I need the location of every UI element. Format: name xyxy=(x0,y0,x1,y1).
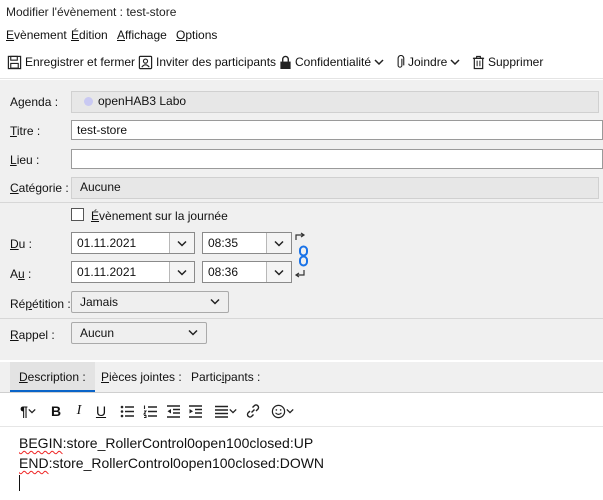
form-separator xyxy=(0,318,603,319)
outdent-icon xyxy=(166,404,180,418)
tab-description[interactable]: Description : xyxy=(10,362,95,392)
save-close-button[interactable]: Enregistrer et fermer xyxy=(7,50,135,74)
chevron-down-icon xyxy=(188,329,198,336)
location-input[interactable] xyxy=(71,149,603,169)
from-time-dropdown[interactable] xyxy=(266,233,291,253)
chevron-down-icon xyxy=(228,408,237,414)
invite-participants-button[interactable]: Inviter des participants xyxy=(138,50,276,74)
privacy-button[interactable]: Confidentialité xyxy=(279,50,384,74)
insert-link-button[interactable] xyxy=(243,402,263,420)
emoji-button[interactable] xyxy=(268,402,296,420)
reminder-label: Rappel : xyxy=(10,328,55,342)
title-input[interactable]: test-store xyxy=(71,120,603,140)
chevron-down-icon xyxy=(210,298,220,305)
chevron-down-icon xyxy=(450,59,460,66)
attach-button[interactable]: Joindre xyxy=(395,50,460,74)
chevron-down-icon xyxy=(177,269,187,276)
editor-line-1: BEGIN:store_RollerControl0open100closed:… xyxy=(19,435,314,451)
chevron-down-icon xyxy=(177,240,187,247)
to-time-dropdown[interactable] xyxy=(266,262,291,282)
save-icon xyxy=(7,55,22,69)
numbered-list-icon xyxy=(142,405,157,418)
title-label: Titre : xyxy=(10,124,41,138)
numbered-list-button[interactable] xyxy=(141,402,159,420)
italic-icon: I xyxy=(76,403,82,418)
menu-affichage[interactable]: Affichage xyxy=(117,28,167,42)
tab-participants[interactable]: Participants : xyxy=(182,362,269,392)
from-time-picker[interactable]: 08:35 xyxy=(202,232,292,254)
location-label: Lieu : xyxy=(10,153,40,167)
editor-toolbar xyxy=(0,396,603,427)
from-label: Du : xyxy=(10,237,33,251)
to-label: Au : xyxy=(10,267,32,281)
agenda-select[interactable]: openHAB3 Labo xyxy=(71,91,599,113)
tab-attachments[interactable]: Pièces jointes : xyxy=(92,362,191,392)
from-date-picker[interactable]: 01.11.2021 xyxy=(71,232,195,254)
allday-checkbox[interactable] xyxy=(71,208,84,221)
underline-button[interactable]: U xyxy=(93,402,109,420)
chevron-down-icon xyxy=(28,408,36,414)
indent-button[interactable] xyxy=(186,402,204,420)
paperclip-icon xyxy=(397,54,405,68)
chevron-down-icon xyxy=(274,269,284,276)
menu-evenement[interactable]: Evènement xyxy=(6,28,67,42)
text-cursor xyxy=(19,475,20,491)
chevron-down-icon xyxy=(285,408,294,414)
italic-button[interactable]: I xyxy=(71,402,87,420)
smiley-icon xyxy=(271,404,285,418)
chain-link-icon[interactable] xyxy=(297,245,311,267)
outdent-button[interactable] xyxy=(164,402,182,420)
link-bracket-top-icon xyxy=(295,232,306,240)
bullet-list-button[interactable] xyxy=(118,402,136,420)
to-date-picker[interactable]: 01.11.2021 xyxy=(71,261,195,283)
align-left-icon xyxy=(214,405,228,418)
reminder-select[interactable]: Aucun xyxy=(71,322,207,344)
address-book-icon xyxy=(138,55,153,69)
menu-options[interactable]: Options xyxy=(176,28,217,42)
link-bracket-bottom-icon xyxy=(294,270,305,278)
allday-label: Évènement sur la journée xyxy=(91,209,228,223)
pilcrow-icon: ¶ xyxy=(20,403,28,419)
lock-icon xyxy=(280,55,291,69)
category-label: Catégorie : xyxy=(10,181,69,195)
trash-icon xyxy=(472,55,485,69)
indent-icon xyxy=(188,404,202,418)
agenda-label: Agenda : xyxy=(10,95,59,109)
category-select[interactable]: Aucune xyxy=(71,177,599,199)
form-separator xyxy=(0,202,603,203)
underline-icon: U xyxy=(95,403,107,419)
chevron-down-icon xyxy=(374,59,384,66)
to-date-dropdown[interactable] xyxy=(169,262,194,282)
bullet-list-icon xyxy=(120,405,134,417)
paragraph-format-button[interactable]: ¶ xyxy=(14,402,42,420)
agenda-color-dot xyxy=(84,97,93,106)
chevron-down-icon xyxy=(274,240,284,247)
bold-button[interactable]: B xyxy=(48,402,64,420)
to-time-picker[interactable]: 08:36 xyxy=(202,261,292,283)
editor-line-2: END:store_RollerControl0open100closed:DO… xyxy=(19,455,325,471)
link-icon xyxy=(246,404,260,418)
menu-edition[interactable]: Édition xyxy=(71,28,108,42)
window-title: Modifier l'évènement : test-store xyxy=(6,5,177,19)
from-date-dropdown[interactable] xyxy=(169,233,194,253)
align-button[interactable] xyxy=(211,402,239,420)
delete-button[interactable]: Supprimer xyxy=(472,50,543,74)
repeat-select[interactable]: Jamais xyxy=(71,291,229,313)
bold-icon: B xyxy=(50,403,62,419)
repeat-label: Répétition : xyxy=(10,297,71,311)
